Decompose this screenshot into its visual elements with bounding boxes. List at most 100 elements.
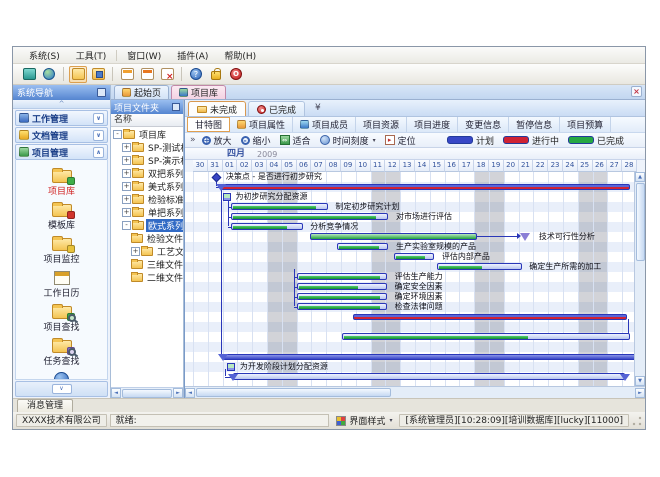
task-bar[interactable] — [231, 203, 327, 210]
scroll-right-icon[interactable]: ► — [173, 388, 183, 398]
help-icon[interactable]: ? — [187, 66, 205, 83]
tree-expander-icon[interactable]: + — [122, 208, 131, 217]
tree-expander-icon[interactable]: - — [122, 221, 131, 230]
sidebar-group-工作管理[interactable]: 工作管理∨ — [15, 110, 108, 126]
filter-tab-已完成[interactable]: 已完成 — [248, 101, 305, 116]
chevron-icon[interactable]: ∧ — [93, 147, 104, 158]
tree-horizontal-scrollbar[interactable]: ◄ ► — [111, 387, 183, 398]
doc-tab-起始页[interactable]: 起始页 — [114, 85, 169, 99]
ui-style-button[interactable]: 界面样式 ▾ — [332, 414, 396, 427]
task-bar[interactable] — [297, 293, 387, 300]
menu-item[interactable]: 窗口(W) — [119, 48, 169, 63]
monitor-icon[interactable] — [20, 66, 38, 83]
sidebar-item-项目查找[interactable]: 项目查找 — [16, 301, 107, 333]
tree-item-检验标准[interactable]: +检验标准 — [111, 193, 183, 206]
message-manage-tab[interactable]: 消息管理 — [17, 399, 73, 412]
toolbar-overflow-icon[interactable]: » — [190, 135, 196, 145]
sidebar-item-工作日历[interactable]: 工作日历 — [16, 267, 107, 299]
tree-expander-icon[interactable]: + — [122, 143, 131, 152]
report-delete-icon[interactable] — [158, 66, 176, 83]
tab-close-icon[interactable]: × — [631, 86, 642, 97]
chevron-icon[interactable]: ∨ — [93, 130, 104, 141]
task-bar[interactable] — [437, 263, 521, 270]
pin-icon[interactable] — [172, 103, 180, 111]
scrollbar-thumb[interactable] — [122, 389, 172, 398]
tree-expander-icon[interactable]: + — [122, 195, 131, 204]
filter-tab-未完成[interactable]: 未完成 — [188, 101, 246, 116]
tree-item-工艺文件[interactable]: +工艺文件 — [111, 245, 183, 258]
tree-panel-header[interactable]: 项目文件夹 — [111, 100, 183, 114]
tree-expander-icon[interactable]: + — [122, 156, 131, 165]
doc-tab-项目库[interactable]: 项目库 — [171, 85, 226, 99]
tree-item-欧式系列[interactable]: -欧式系列 — [111, 219, 183, 232]
bar-start-marker[interactable] — [228, 374, 238, 381]
tree-item-单把系列[interactable]: +单把系列 — [111, 206, 183, 219]
report-icon[interactable] — [118, 66, 136, 83]
stop-icon[interactable]: O — [227, 66, 245, 83]
completed-bar[interactable] — [310, 233, 477, 240]
tree-expander-icon[interactable]: + — [131, 247, 140, 256]
horizontal-scrollbar[interactable]: ◄ ► — [185, 386, 645, 398]
tree-item-二维文件[interactable]: 二维文件 — [111, 271, 183, 284]
resource-assignment-icon[interactable] — [227, 363, 235, 371]
chevron-icon[interactable]: ∨ — [93, 113, 104, 124]
report-edit-icon[interactable] — [138, 66, 156, 83]
gantt-tool-缩小[interactable]: -缩小 — [241, 134, 271, 147]
ribbon-tab-项目成员[interactable]: 项目成员 — [293, 117, 356, 132]
globe-icon[interactable] — [40, 66, 58, 83]
menu-item[interactable]: 帮助(H) — [216, 48, 264, 63]
feasibility-milestone[interactable] — [520, 233, 530, 241]
tree-item-双把系列[interactable]: +双把系列 — [111, 167, 183, 180]
ribbon-tab-暂停信息[interactable]: 暂停信息 — [509, 117, 560, 132]
summary-bar[interactable] — [223, 354, 634, 360]
task-bar[interactable] — [231, 223, 302, 230]
scroll-left-icon[interactable]: ◄ — [185, 388, 195, 398]
menu-item[interactable]: 插件(A) — [169, 48, 216, 63]
tree-expander-icon[interactable]: - — [113, 130, 122, 139]
summary-bar[interactable] — [353, 314, 627, 320]
menu-item[interactable]: 工具(T) — [68, 48, 115, 63]
scroll-right-icon[interactable]: ► — [635, 388, 645, 398]
task-bar[interactable] — [297, 283, 387, 290]
pin-icon[interactable] — [97, 88, 106, 97]
filter-overflow-icon[interactable]: ¥ — [315, 103, 321, 113]
gantt-tool-定位[interactable]: ▸定位 — [385, 134, 416, 147]
resource-assignment-icon[interactable] — [223, 193, 231, 201]
tree-item-美式系列[interactable]: +美式系列 — [111, 180, 183, 193]
gantt-tool-时间刻度[interactable]: 时间刻度▾ — [320, 134, 376, 147]
ribbon-tab-项目属性[interactable]: 项目属性 — [230, 117, 293, 132]
tree-item-SP-演示机系[interactable]: +SP-演示机系 — [111, 154, 183, 167]
ribbon-tab-项目资源[interactable]: 项目资源 — [356, 117, 407, 132]
sidebar-collapse-strip[interactable]: ^ — [13, 100, 110, 109]
tree-item-检验文件[interactable]: 检验文件 — [111, 232, 183, 245]
bar-end-marker[interactable] — [620, 374, 630, 381]
sidebar-item-任务查找[interactable]: 任务查找 — [16, 335, 107, 367]
gantt-tool-放大[interactable]: +放大 — [202, 134, 232, 147]
vertical-scrollbar[interactable]: ▲ ▼ — [634, 172, 645, 386]
menu-item[interactable]: 系统(S) — [21, 48, 68, 63]
summary-bar[interactable] — [221, 184, 629, 190]
task-bar[interactable] — [233, 373, 625, 380]
tree-column-header[interactable]: 名称 — [111, 114, 183, 127]
sidebar-item-项目监控[interactable]: 项目监控 — [16, 233, 107, 265]
sidebar-group-项目管理[interactable]: 项目管理∧ — [15, 144, 108, 160]
tree-item-SP-测试机系[interactable]: +SP-测试机系 — [111, 141, 183, 154]
sidebar-group-文档管理[interactable]: 文档管理∨ — [15, 127, 108, 143]
scrollbar-thumb[interactable] — [636, 183, 645, 261]
ribbon-tab-甘特图[interactable]: 甘特图 — [187, 117, 230, 132]
ribbon-tab-项目进度[interactable]: 项目进度 — [407, 117, 458, 132]
resize-grip[interactable] — [632, 416, 642, 426]
task-bar[interactable] — [297, 273, 387, 280]
chevron-down-icon[interactable]: ∨ — [52, 384, 72, 394]
folder-open-icon[interactable] — [69, 66, 87, 83]
lock-icon[interactable] — [207, 66, 225, 83]
gantt-tool-适合[interactable]: ⇔适合 — [280, 134, 311, 147]
tree-expander-icon[interactable]: + — [122, 182, 131, 191]
summary-start-marker[interactable] — [218, 354, 228, 361]
task-bar[interactable] — [231, 213, 388, 220]
summary-start-marker[interactable] — [216, 184, 226, 191]
task-bar[interactable] — [342, 333, 629, 340]
milestone-diamond[interactable] — [211, 173, 221, 183]
task-bar[interactable] — [394, 253, 434, 260]
sidebar-header[interactable]: 系统导航 — [13, 85, 110, 100]
